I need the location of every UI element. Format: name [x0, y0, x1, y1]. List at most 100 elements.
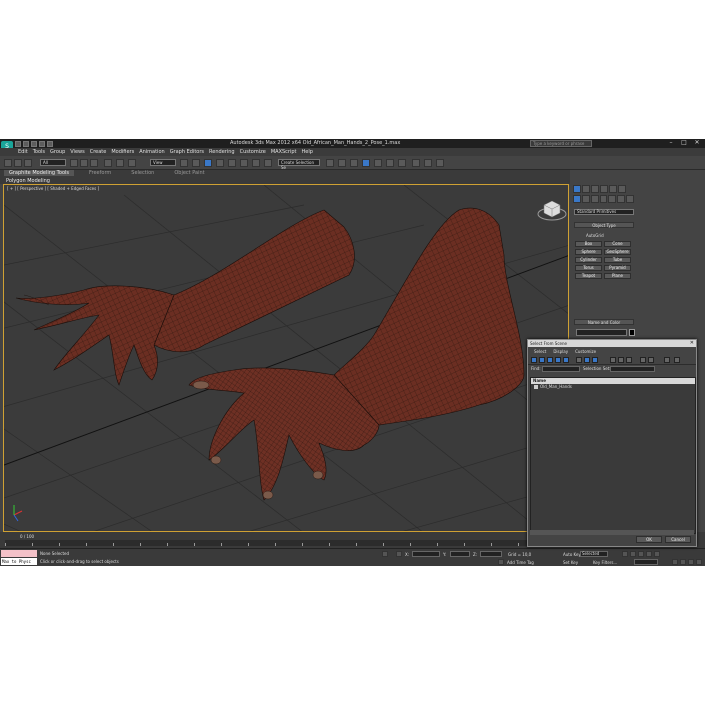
- name-and-color-rollout[interactable]: Name and Color: [574, 319, 634, 325]
- move-icon[interactable]: [104, 159, 112, 167]
- sync-selection-icon[interactable]: [640, 357, 646, 363]
- orbit-icon[interactable]: [688, 559, 694, 565]
- maxscript-mini-listener[interactable]: Max to Physc: [1, 558, 37, 565]
- set-key-button[interactable]: Set Key: [563, 560, 578, 565]
- key-mode-select[interactable]: Selected: [580, 551, 608, 557]
- ribbon-tab-freeform[interactable]: Freeform: [84, 170, 116, 176]
- snap-icon[interactable]: [192, 159, 200, 167]
- plane-button[interactable]: Plane: [604, 273, 631, 279]
- menu-maxscript[interactable]: MAXScript: [271, 149, 297, 155]
- lights-icon[interactable]: [590, 195, 599, 203]
- go-to-end-icon[interactable]: [654, 551, 660, 557]
- right-hand-mesh[interactable]: [188, 207, 525, 501]
- ribbon-tab-object-paint[interactable]: Object Paint: [169, 170, 209, 176]
- previous-frame-icon[interactable]: [630, 551, 636, 557]
- percent-snap-icon[interactable]: [216, 159, 224, 167]
- add-time-tag[interactable]: Add Time Tag: [507, 560, 534, 565]
- select-invert-icon[interactable]: [626, 357, 632, 363]
- dialog-menu-customize[interactable]: Customize: [575, 349, 596, 354]
- menu-group[interactable]: Group: [50, 149, 65, 155]
- display-xrefs-icon[interactable]: [592, 357, 598, 363]
- schematic-view-icon[interactable]: [386, 159, 394, 167]
- geosphere-button[interactable]: GeoSphere: [604, 249, 631, 255]
- rectangle-selection-icon[interactable]: [90, 159, 98, 167]
- ok-button[interactable]: OK: [636, 536, 662, 543]
- modify-tab-icon[interactable]: [582, 185, 590, 193]
- render-setup-icon[interactable]: [412, 159, 420, 167]
- new-file-icon[interactable]: [15, 140, 21, 147]
- rotate-icon[interactable]: [116, 159, 124, 167]
- display-groups-icon[interactable]: [584, 357, 590, 363]
- mirror-icon[interactable]: [240, 159, 248, 167]
- z-coordinate-input[interactable]: [480, 551, 502, 557]
- find-input[interactable]: [542, 366, 580, 372]
- redo-toolbar-icon[interactable]: [14, 159, 22, 167]
- hierarchy-tab-icon[interactable]: [591, 185, 599, 193]
- curve-editor-icon[interactable]: [374, 159, 382, 167]
- create-tab-icon[interactable]: [573, 185, 581, 193]
- menu-tools[interactable]: Tools: [33, 149, 45, 155]
- cameras-icon[interactable]: [599, 195, 608, 203]
- select-by-name-icon[interactable]: [80, 159, 88, 167]
- ribbon-tab-graphite-modeling-tools[interactable]: Graphite Modeling Tools: [4, 170, 75, 176]
- pan-icon[interactable]: [680, 559, 686, 565]
- menu-customize[interactable]: Customize: [240, 149, 266, 155]
- x-coordinate-input[interactable]: [412, 551, 440, 557]
- minimize-button[interactable]: –: [665, 139, 677, 147]
- object-color-swatch[interactable]: [629, 329, 635, 336]
- helpers-icon[interactable]: [608, 195, 617, 203]
- menu-graph-editors[interactable]: Graph Editors: [170, 149, 204, 155]
- align-tool-icon[interactable]: [338, 159, 346, 167]
- current-frame-input[interactable]: [634, 559, 658, 565]
- primitive-category-select[interactable]: Standard Primitives: [574, 209, 634, 215]
- dialog-horizontal-scrollbar[interactable]: [530, 530, 694, 535]
- link-icon[interactable]: [24, 159, 32, 167]
- systems-icon[interactable]: [626, 195, 635, 203]
- named-selection-set-select[interactable]: Create Selection Se: [278, 159, 320, 170]
- object-type-rollout[interactable]: Object Type: [574, 222, 634, 228]
- motion-tab-icon[interactable]: [600, 185, 608, 193]
- geometry-icon[interactable]: [573, 195, 581, 203]
- mirror-tool-icon[interactable]: [326, 159, 334, 167]
- align-icon[interactable]: [252, 159, 260, 167]
- undo-icon[interactable]: [39, 140, 45, 147]
- scale-icon[interactable]: [128, 159, 136, 167]
- select-all-icon[interactable]: [610, 357, 616, 363]
- ribbon-tab-selection[interactable]: Selection: [126, 170, 159, 176]
- shapes-icon[interactable]: [581, 195, 590, 203]
- select-none-icon[interactable]: [618, 357, 624, 363]
- y-coordinate-input[interactable]: [450, 551, 470, 557]
- pivot-icon[interactable]: [180, 159, 188, 167]
- close-button[interactable]: ✕: [691, 139, 703, 147]
- layer-icon[interactable]: [264, 159, 272, 167]
- menu-help[interactable]: Help: [302, 149, 313, 155]
- render-production-icon[interactable]: [436, 159, 444, 167]
- viewcube-icon[interactable]: [537, 200, 567, 221]
- selection-set-select[interactable]: [610, 366, 655, 372]
- selection-filter-select[interactable]: All: [40, 159, 66, 166]
- key-filters-button[interactable]: Key Filters...: [593, 560, 617, 565]
- viewport-label[interactable]: [ + ] [ Perspective ] [ Shaded + Edged F…: [7, 186, 99, 191]
- object-name-input[interactable]: [576, 329, 627, 336]
- dependencies-icon[interactable]: [648, 357, 654, 363]
- sphere-button[interactable]: Sphere: [575, 249, 602, 255]
- left-hand-mesh[interactable]: [15, 209, 355, 386]
- undo-toolbar-icon[interactable]: [4, 159, 12, 167]
- perspective-viewport[interactable]: [ + ] [ Perspective ] [ Shaded + Edged F…: [3, 184, 569, 532]
- autogrid-checkbox[interactable]: AutoGrid: [586, 233, 604, 238]
- reference-coordinate-select[interactable]: View: [150, 159, 176, 166]
- layer-manager-icon[interactable]: [350, 159, 358, 167]
- filter-icon[interactable]: [664, 357, 670, 363]
- frame-counter[interactable]: 0 / 100: [20, 534, 34, 539]
- box-button[interactable]: Box: [575, 241, 602, 247]
- menu-rendering[interactable]: Rendering: [209, 149, 235, 155]
- time-tag-icon[interactable]: [498, 559, 504, 565]
- cone-button[interactable]: Cone: [604, 241, 631, 247]
- cylinder-button[interactable]: Cylinder: [575, 257, 602, 263]
- utilities-tab-icon[interactable]: [618, 185, 626, 193]
- go-to-start-icon[interactable]: [622, 551, 628, 557]
- cancel-button[interactable]: Cancel: [665, 536, 691, 543]
- pyramid-button[interactable]: Pyramid: [604, 265, 631, 271]
- dialog-menu-display[interactable]: Display: [553, 349, 568, 354]
- open-file-icon[interactable]: [23, 140, 29, 147]
